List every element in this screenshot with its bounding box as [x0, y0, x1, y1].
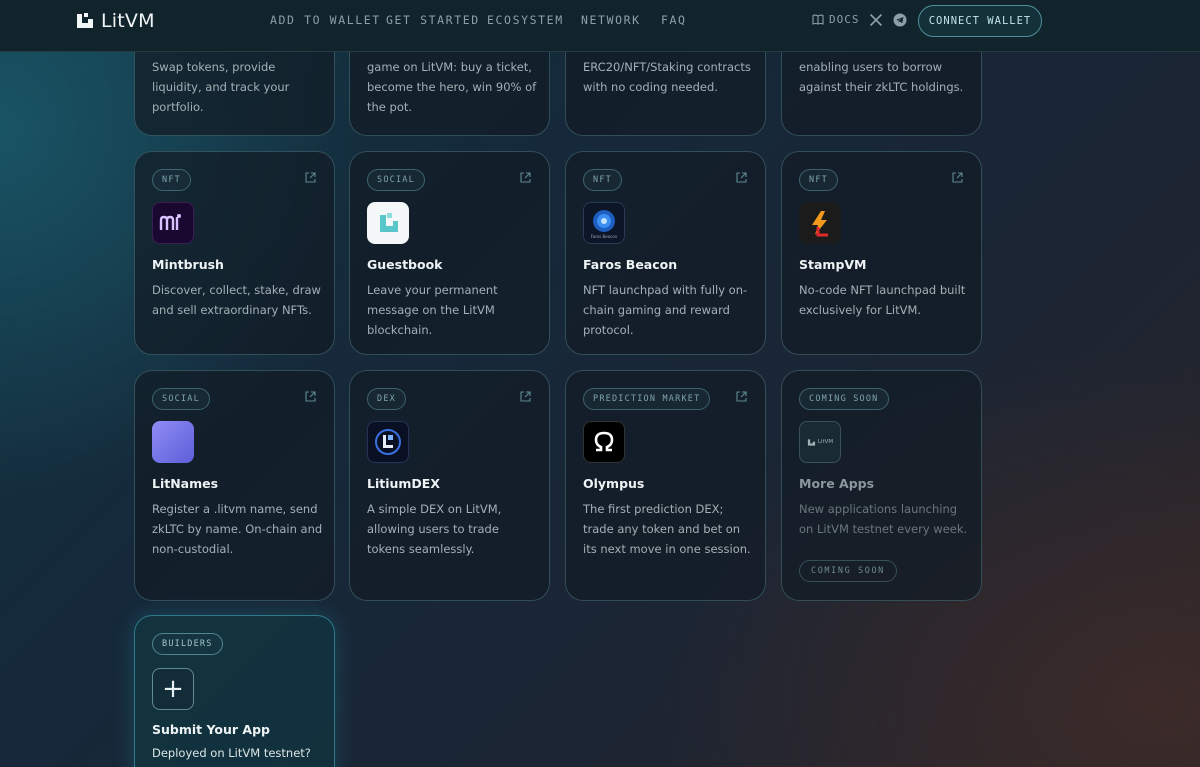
card-description: Swap tokens, provide liquidity, and trac…	[152, 60, 290, 114]
card-title: More Apps	[799, 476, 875, 491]
nav-get-started[interactable]: GET STARTED	[386, 13, 480, 27]
guestbook-logo-icon	[367, 202, 409, 244]
external-link-icon[interactable]	[519, 390, 532, 403]
litvm-logo-icon: LitVM	[799, 421, 841, 463]
card-description: A simple DEX on LitVM, allowing users to…	[367, 502, 502, 556]
category-tag: NFT	[583, 169, 622, 191]
card-title: Submit Your App	[152, 722, 270, 737]
top-navigation: LitVM ADD TO WALLET GET STARTED ECOSYSTE…	[0, 0, 1200, 52]
faros-beacon-logo-icon: Faros Beacon	[583, 202, 625, 244]
x-twitter-icon[interactable]	[869, 13, 883, 27]
nav-faq[interactable]: FAQ	[661, 13, 687, 27]
external-link-icon[interactable]	[304, 171, 317, 184]
litiumdex-logo-icon	[367, 421, 409, 463]
card-title: Guestbook	[367, 257, 443, 272]
app-card-mintbrush[interactable]: NFT Mintbrush Discover, collect, stake, …	[134, 151, 335, 355]
card-title: Faros Beacon	[583, 257, 678, 272]
card-description: Discover, collect, stake, draw and sell …	[152, 283, 321, 317]
docs-link[interactable]: DOCS	[812, 13, 860, 26]
app-card-stampvm[interactable]: NFT StampVM No-code NFT launchpad built …	[781, 151, 982, 355]
card-title: Olympus	[583, 476, 645, 491]
app-card-litnames[interactable]: SOCIAL LitNames Register a .litvm name, …	[134, 370, 335, 601]
category-tag: PREDICTION MARKET	[583, 388, 711, 410]
app-card-more-apps: COMING SOON LitVM More Apps New applicat…	[781, 370, 982, 601]
category-tag: NFT	[799, 169, 838, 191]
external-link-icon[interactable]	[735, 390, 748, 403]
category-tag: SOCIAL	[152, 388, 210, 410]
app-card-litiumdex[interactable]: DEX LitiumDEX A simple DEX on LitVM, all…	[349, 370, 550, 601]
card-description: The first prediction DEX; trade any toke…	[583, 502, 751, 556]
card-title: Mintbrush	[152, 257, 224, 272]
book-icon	[812, 14, 824, 25]
card-description: Deployed on LitVM testnet?	[152, 746, 311, 760]
connect-wallet-button[interactable]: CONNECT WALLET	[918, 5, 1042, 37]
card-description: ERC20/NFT/Staking contracts with no codi…	[583, 60, 751, 94]
card-description: NFT launchpad with fully on-chain gaming…	[583, 283, 748, 337]
docs-label: DOCS	[829, 13, 860, 26]
card-description: game on LitVM: buy a ticket, become the …	[367, 60, 537, 114]
card-description: No-code NFT launchpad built exclusively …	[799, 283, 966, 317]
litvm-logo-text: LitVM	[817, 439, 834, 445]
card-title: LitNames	[152, 476, 219, 491]
telegram-icon[interactable]	[893, 13, 907, 27]
olympus-logo-icon	[583, 421, 625, 463]
app-card-guestbook[interactable]: SOCIAL Guestbook Leave your permanent me…	[349, 151, 550, 355]
stampvm-logo-icon	[799, 202, 841, 244]
nav-ecosystem[interactable]: ECOSYSTEM	[487, 13, 564, 27]
app-card-faros-beacon[interactable]: NFT Faros Beacon Faros Beacon NFT launch…	[565, 151, 766, 355]
litnames-logo-icon	[152, 421, 194, 463]
submit-app-card[interactable]: BUILDERS + Submit Your App Deployed on L…	[134, 615, 335, 767]
brand-name: LitVM	[101, 10, 155, 32]
nav-add-to-wallet[interactable]: ADD TO WALLET	[270, 13, 381, 27]
card-title: StampVM	[799, 257, 867, 272]
category-tag: DEX	[367, 388, 406, 410]
card-description: enabling users to borrow against their z…	[799, 60, 964, 94]
category-tag: BUILDERS	[152, 633, 223, 655]
mintbrush-logo-icon	[152, 202, 194, 244]
external-link-icon[interactable]	[519, 171, 532, 184]
card-description: New applications launching on LitVM test…	[799, 502, 968, 536]
brand-logo[interactable]: LitVM	[75, 10, 155, 32]
card-description: Register a .litvm name, send zkLTC by na…	[152, 502, 323, 556]
category-tag: COMING SOON	[799, 388, 889, 410]
external-link-icon[interactable]	[735, 171, 748, 184]
card-title: LitiumDEX	[367, 476, 440, 491]
external-link-icon[interactable]	[951, 171, 964, 184]
litvm-logo-icon	[77, 13, 93, 28]
nav-network[interactable]: NETWORK	[581, 13, 641, 27]
coming-soon-button: COMING SOON	[799, 560, 897, 582]
plus-icon[interactable]: +	[152, 668, 194, 710]
app-card-olympus[interactable]: PREDICTION MARKET Olympus The first pred…	[565, 370, 766, 601]
category-tag: SOCIAL	[367, 169, 425, 191]
card-description: Leave your permanent message on the LitV…	[367, 283, 498, 337]
external-link-icon[interactable]	[304, 390, 317, 403]
faros-logo-text: Faros Beacon	[590, 233, 618, 239]
category-tag: NFT	[152, 169, 191, 191]
